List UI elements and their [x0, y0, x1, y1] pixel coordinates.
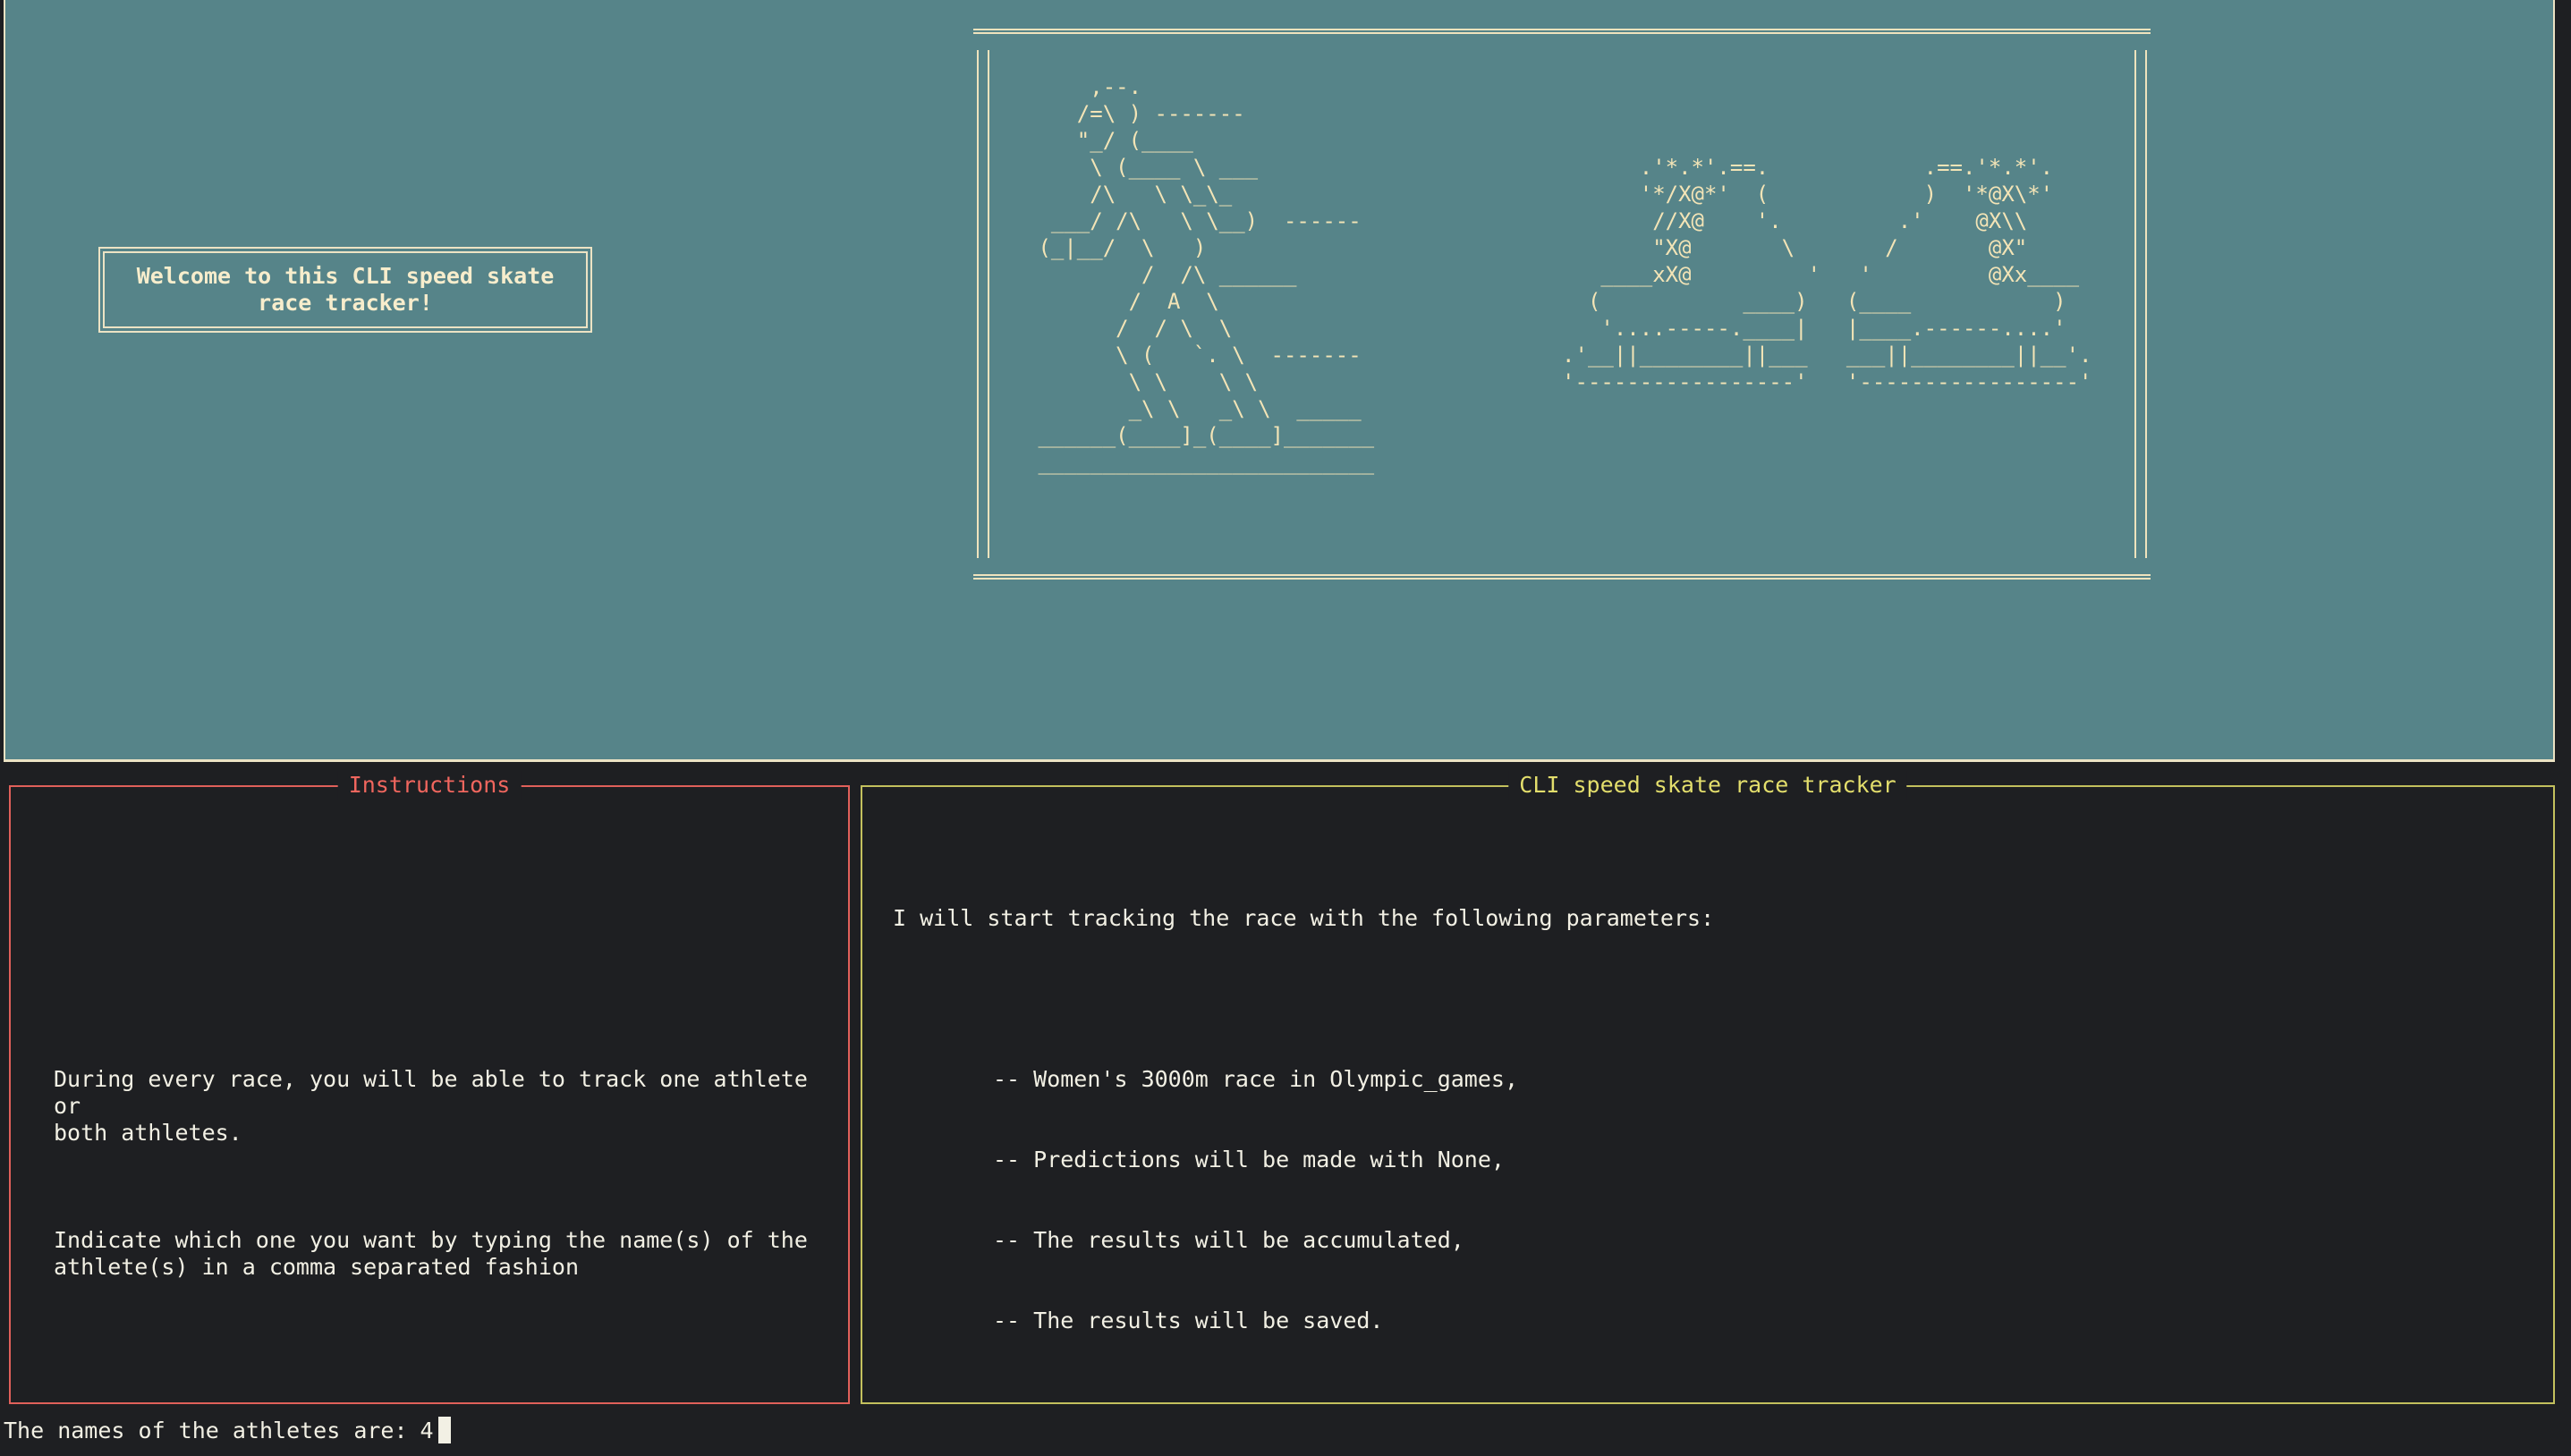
text-cursor	[437, 1417, 451, 1443]
welcome-box: Welcome to this CLI speed skate race tra…	[98, 247, 592, 333]
param-accumulated: -- The results will be accumulated,	[993, 1227, 1464, 1253]
athlete-names-input[interactable]	[407, 1417, 438, 1443]
welcome-text: Welcome to this CLI speed skate race tra…	[103, 251, 588, 328]
ascii-art-skater: ,--. /=\ ) ------- "_/ (____ \ (____ \ _…	[1038, 74, 1375, 475]
param-saved: -- The results will be saved.	[993, 1308, 1384, 1333]
instructions-paragraph-2: Indicate which one you want by typing th…	[54, 1227, 808, 1280]
instructions-panel: Instructions During every race, you will…	[9, 771, 850, 1404]
terminal-window: Welcome to this CLI speed skate race tra…	[0, 0, 2571, 1456]
banner-panel: Welcome to this CLI speed skate race tra…	[4, 0, 2555, 762]
tracker-params-list: -- Women's 3000m race in Olympic_games, …	[893, 1012, 2503, 1388]
prompt-line: The names of the athletes are:	[4, 1415, 451, 1445]
prompt-label: The names of the athletes are:	[4, 1417, 408, 1443]
ascii-art-skates: .'*.*'.==. .==.'*.*'. '*/X@*' ( ) '*@X\*…	[1562, 155, 2092, 394]
tracker-panel: CLI speed skate race tracker I will star…	[861, 771, 2555, 1404]
tracker-body: I will start tracking the race with the …	[893, 851, 2503, 1442]
instructions-body: During every race, you will be able to t…	[54, 1012, 823, 1361]
param-predictions: -- Predictions will be made with None,	[993, 1147, 1505, 1172]
instructions-paragraph-1: During every race, you will be able to t…	[54, 1066, 808, 1146]
tracker-title: CLI speed skate race tracker	[1508, 771, 1907, 800]
tracker-lead: I will start tracking the race with the …	[893, 905, 1715, 931]
param-race: -- Women's 3000m race in Olympic_games,	[993, 1066, 1518, 1092]
instructions-title: Instructions	[337, 771, 522, 800]
